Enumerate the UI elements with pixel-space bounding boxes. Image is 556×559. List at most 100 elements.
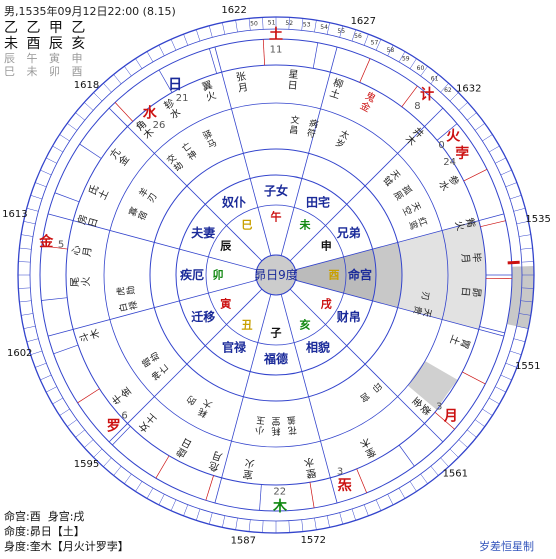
mansion-label-char: 星 [288,68,299,81]
branch-label: 巳 [242,218,253,231]
degree-tick [53,398,63,404]
degree-tick [19,248,31,249]
degree-tick [467,430,476,438]
credit-label: 岁差恒星制 [479,538,534,554]
mansion-label: 氐土 [86,183,111,202]
shensha-label: 白禄 [117,300,140,313]
degree-tick [289,521,290,533]
degree-tick [135,59,142,69]
branch-label: 未 [299,217,312,231]
degree-tick [510,195,521,199]
shensha-label: 交劫 [164,152,185,174]
planet-degree: 3 [337,466,343,477]
birth-marker [508,262,520,263]
shensha-label: 孤辰 [391,183,414,203]
degree-tick [19,301,31,302]
degree-tick [410,59,417,69]
planet-label: 炁 [337,478,352,494]
shensha-label: 亡神 [179,140,199,163]
shensha-label: 的 [184,393,198,408]
degree-tick [489,398,499,404]
palace-label: 迁移 [191,309,215,324]
planet-label: 日 [168,77,182,93]
degree-tick [236,518,238,530]
palace-label: 福德 [263,351,288,366]
branch-label: 寅 [220,297,231,311]
shensha-label: 天钺 [380,169,401,189]
degree-tick [489,146,499,152]
planet-degree: 5 [58,239,64,250]
degree-tick [327,516,329,528]
planet-degree: 21 [176,93,189,104]
shensha-label-char: 玉 [256,414,266,426]
shensha-label-char: 的 [184,393,198,408]
degree-tick [18,288,30,289]
degree-tick [124,66,131,76]
degree-tick-label: 61 [431,76,439,83]
palace-label: 命宫 [347,267,372,282]
degree-tick [209,26,212,38]
shensha-label: 红鸾 [406,215,430,231]
mansion-label-char: 日 [287,80,298,92]
degree-tick-label: 55 [337,28,345,35]
degree-tick [510,351,521,355]
mansion-label: 危月 [207,448,224,473]
degree-tick-label: 52 [285,20,293,27]
shensha-label: 文昌 [289,114,301,137]
center-label: 昴日9度 [254,267,298,282]
planet-label: 木 [272,498,288,515]
branch-label: 酉 [329,269,340,282]
shensha-label-char: 宫 [358,390,372,405]
year-label: 1587 [231,536,256,547]
degree-tick [514,339,526,342]
palace-label: 田宅 [306,194,330,209]
degree-tick [501,170,512,175]
shensha-label: 宫 [358,390,372,405]
shensha-label: 小玉 [255,414,266,436]
mansion-label-char: 月 [81,246,94,257]
mansion-label: 翼火 [200,79,217,104]
shensha-label: 虎勋 [114,285,137,296]
degree-tick [75,430,84,438]
degree-tick [46,387,57,392]
degree-tick [519,235,531,237]
mansion-label: 毕月 [459,252,484,264]
shensha-label-char: 刃 [419,291,430,301]
mansion-divider [263,39,264,65]
planet-label: 罗 [107,418,121,434]
mansion-label-char: 月 [237,81,249,95]
palace-label: 财帛 [336,309,361,324]
degree-tick [21,235,33,237]
degree-tick [364,505,368,516]
shensha-label: 耗大 [196,396,214,419]
degree-tick [84,102,93,110]
planet-degree: 0 [438,140,444,151]
mansion-divider [209,49,216,74]
mansion-divider [310,482,314,508]
shensha-label: 天空 [400,201,422,218]
degree-tick-label: 53 [303,21,311,28]
year-label: 1595 [74,459,99,470]
planet-label: 孛 [455,145,469,162]
degree-tick-label: 51 [268,20,276,27]
mansion-label-char: 昴 [470,287,483,298]
hidden-branches-2: 巳 未 卯 酉 [4,63,87,79]
degree-tick [103,83,111,92]
degree-tick [388,494,393,505]
shensha-label: 耗堂 [271,415,280,436]
degree-tick [450,449,458,457]
planet-label: 金 [38,234,54,251]
degree-tick [159,494,164,505]
degree-tick [302,520,303,532]
palace-label: 夫妻 [190,225,215,240]
shensha-label: 印 [370,380,385,395]
palace-label: 相貌 [306,340,330,355]
degree-tick [459,440,468,448]
degree-tick-label: 62 [444,87,452,94]
branch-label: 申 [321,239,332,253]
year-label: 1551 [515,361,540,372]
degree-tick [236,20,238,32]
planet-degree: 11 [270,45,283,56]
shensha-label: 暗劫 [139,350,162,370]
degree-tick [60,409,70,416]
